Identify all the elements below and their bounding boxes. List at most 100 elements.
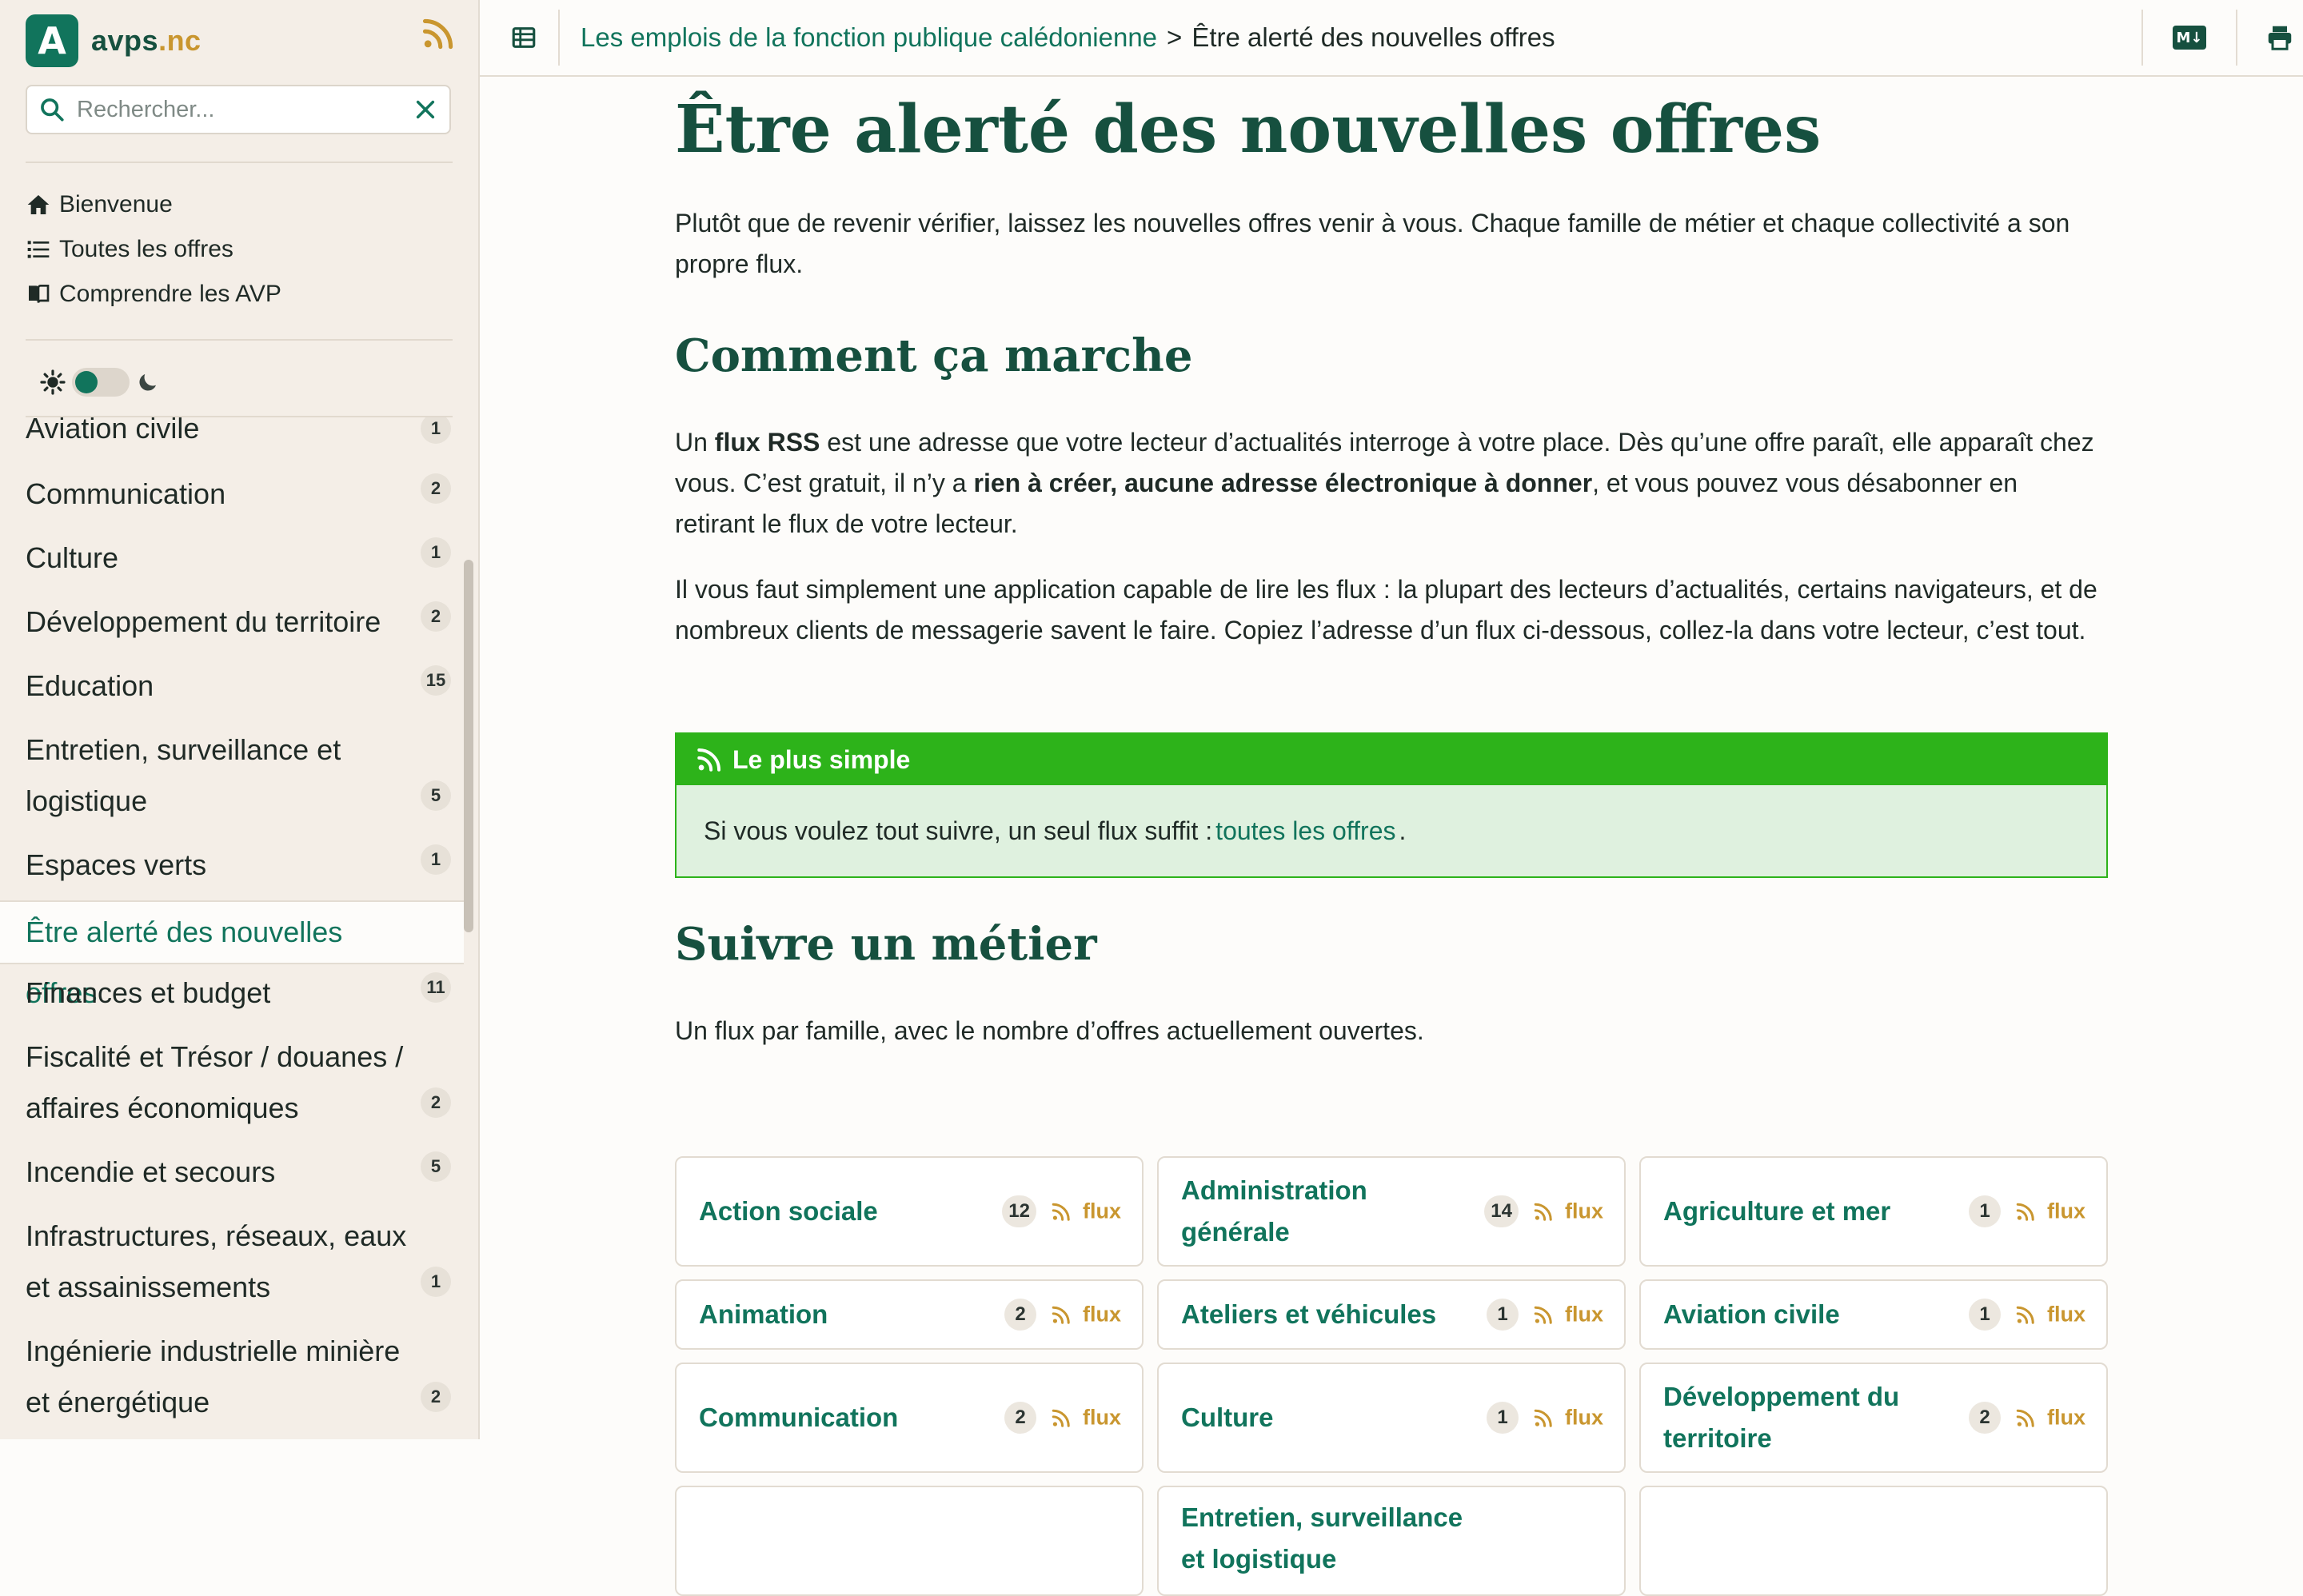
count-badge: 2 — [1969, 1402, 2001, 1434]
brand[interactable]: A avps.nc — [26, 14, 202, 67]
count-badge: 2 — [421, 1087, 451, 1118]
sidebar-item-label: Entretien, surveillance et logistique — [26, 733, 341, 817]
count-badge: 2 — [421, 473, 451, 504]
count-badge: 1 — [421, 844, 451, 875]
feed-card[interactable]: Administration générale 14 flux — [1157, 1156, 1626, 1267]
nav-item-comprendre-les-avp[interactable]: Comprendre les AVP — [26, 272, 281, 317]
callout-body: Si vous voulez tout suivre, un seul flux… — [704, 816, 1407, 846]
header-divider — [2236, 10, 2237, 66]
how-paragraph-2: Il vous faut simplement une application … — [675, 575, 2097, 644]
divider — [26, 339, 453, 341]
rss-icon — [1533, 1201, 1565, 1222]
feed-card[interactable] — [1639, 1486, 2108, 1596]
sidebar-item-developpement-du-territoire[interactable]: Développement du territoire 2 — [0, 597, 464, 648]
rss-icon — [696, 746, 732, 773]
feed-card-title: Animation — [699, 1299, 828, 1329]
markdown-button[interactable]: M↓ — [2165, 0, 2213, 75]
book-icon — [26, 281, 59, 307]
section-heading-how: Comment ça marche — [675, 329, 1193, 382]
count-badge: 5 — [421, 780, 451, 811]
sidebar-item-label: Espaces verts — [26, 848, 207, 881]
sidebar-item-incendie-et-secours[interactable]: Incendie et secours 5 — [0, 1147, 464, 1198]
feed-card[interactable]: Action sociale 12 flux — [675, 1156, 1144, 1267]
theme-toggle[interactable] — [72, 368, 130, 397]
feed-link-label: flux — [2046, 1405, 2085, 1430]
search-input[interactable] — [75, 95, 414, 124]
sun-icon — [40, 369, 66, 395]
rss-icon — [2015, 1201, 2047, 1222]
rss-icon — [1533, 1407, 1565, 1428]
nav-item-label: Comprendre les AVP — [59, 281, 281, 307]
sidebar-item-etre-alerte[interactable]: Être alerté des nouvelles offres — [0, 900, 464, 1009]
sidebar-item-label: Infrastructures, réseaux, eaux et assain… — [26, 1219, 407, 1303]
count-badge: 1 — [421, 1267, 451, 1297]
how-paragraph-1: Un flux RSS est une adresse que votre le… — [675, 428, 2094, 538]
sidebar-item-label: Culture — [26, 541, 119, 574]
feed-card-title: Développement du territoire — [1663, 1382, 1900, 1453]
feed-card[interactable]: Animation 2 flux — [675, 1279, 1144, 1350]
sidebar-item-fiscalite-tresor-douanes[interactable]: Fiscalité et Trésor / douanes / affaires… — [0, 1031, 464, 1134]
breadcrumb-parent-link[interactable]: Les emplois de la fonction publique calé… — [581, 22, 1157, 53]
brand-logo: A — [26, 14, 78, 67]
sidebar-item-culture[interactable]: Culture 1 — [0, 533, 464, 584]
close-icon[interactable] — [414, 98, 437, 121]
feed-link[interactable]: flux — [1051, 1303, 1121, 1327]
feed-link[interactable]: flux — [1533, 1199, 1603, 1224]
feed-link[interactable]: flux — [1051, 1199, 1121, 1224]
count-badge: 14 — [1484, 1195, 1519, 1227]
sidebar-item-entretien-surveillance-logistique[interactable]: Entretien, surveillance et logistique 5 — [0, 724, 464, 827]
count-badge: 1 — [421, 537, 451, 568]
list-icon — [26, 237, 59, 262]
rss-feed-icon[interactable] — [421, 16, 456, 51]
rss-icon — [1051, 1304, 1083, 1325]
feed-link[interactable]: flux — [1533, 1406, 1603, 1430]
all-offers-link[interactable]: toutes les offres — [1215, 816, 1395, 846]
feed-card[interactable]: Agriculture et mer 1 flux — [1639, 1156, 2108, 1267]
brand-name-tld: .nc — [158, 24, 202, 57]
feed-card[interactable]: Culture 1 flux — [1157, 1363, 1626, 1473]
feed-link-label: flux — [1082, 1302, 1121, 1327]
nav-item-label: Bienvenue — [59, 191, 173, 217]
intro-paragraph: Plutôt que de revenir vérifier, laissez … — [675, 209, 2070, 278]
breadcrumb: Les emplois de la fonction publique calé… — [581, 0, 1555, 75]
feed-link[interactable]: flux — [1051, 1406, 1121, 1430]
sidebar-item-infrastructures-reseaux[interactable]: Infrastructures, réseaux, eaux et assain… — [0, 1211, 464, 1313]
sidebar-item-communication[interactable]: Communication 2 — [0, 469, 464, 520]
printer-icon — [2265, 23, 2294, 52]
sidebar-item-espaces-verts[interactable]: Espaces verts 1 — [0, 840, 464, 891]
toc-toggle-button[interactable] — [504, 0, 544, 75]
feed-card[interactable] — [675, 1486, 1144, 1596]
sidebar-item-label: Aviation civile — [26, 417, 200, 445]
sidebar-item-education[interactable]: Education 15 — [0, 660, 464, 712]
feed-card[interactable]: Entretien, surveillance et logistique — [1157, 1486, 1626, 1596]
sidebar-item-label: Fiscalité et Trésor / douanes / affaires… — [26, 1040, 404, 1124]
theme-toggle-knob — [75, 371, 98, 393]
feed-card-title: Administration générale — [1181, 1175, 1367, 1247]
rss-icon — [2015, 1407, 2047, 1428]
category-list: Aviation civile 1 Communication 2 Cultur… — [0, 417, 464, 1439]
feed-card[interactable]: Ateliers et véhicules 1 flux — [1157, 1279, 1626, 1350]
rss-icon — [1051, 1201, 1083, 1222]
feed-link[interactable]: flux — [1533, 1303, 1603, 1327]
feed-link-label: flux — [1082, 1199, 1121, 1223]
sidebar-item-label: Ingénierie industrielle minière et énerg… — [26, 1335, 401, 1418]
count-badge: 1 — [421, 417, 451, 444]
count-badge: 2 — [421, 1382, 451, 1412]
sidebar-scrollbar[interactable] — [464, 560, 473, 932]
feed-link[interactable]: flux — [2015, 1303, 2085, 1327]
search-icon — [38, 96, 66, 123]
feed-card-title: Agriculture et mer — [1663, 1196, 1891, 1226]
nav-item-toutes-les-offres[interactable]: Toutes les offres — [26, 227, 281, 272]
sidebar-item-finances-et-budget[interactable]: Finances et budget 11 — [0, 968, 464, 1019]
print-button[interactable] — [2260, 0, 2300, 75]
feed-link[interactable]: flux — [2015, 1406, 2085, 1430]
feed-card[interactable]: Communication 2 flux — [675, 1363, 1144, 1473]
feed-card[interactable]: Aviation civile 1 flux — [1639, 1279, 2108, 1350]
feed-link[interactable]: flux — [2015, 1199, 2085, 1224]
feed-card-title: Ateliers et véhicules — [1181, 1299, 1437, 1329]
feed-card[interactable]: Développement du territoire 2 flux — [1639, 1363, 2108, 1473]
nav-item-bienvenue[interactable]: Bienvenue — [26, 182, 281, 227]
sidebar-item-aviation-civile[interactable]: Aviation civile 1 — [0, 417, 464, 454]
count-badge: 5 — [421, 1151, 451, 1182]
sidebar-item-ingenierie-industrielle[interactable]: Ingénierie industrielle minière et énerg… — [0, 1326, 464, 1428]
